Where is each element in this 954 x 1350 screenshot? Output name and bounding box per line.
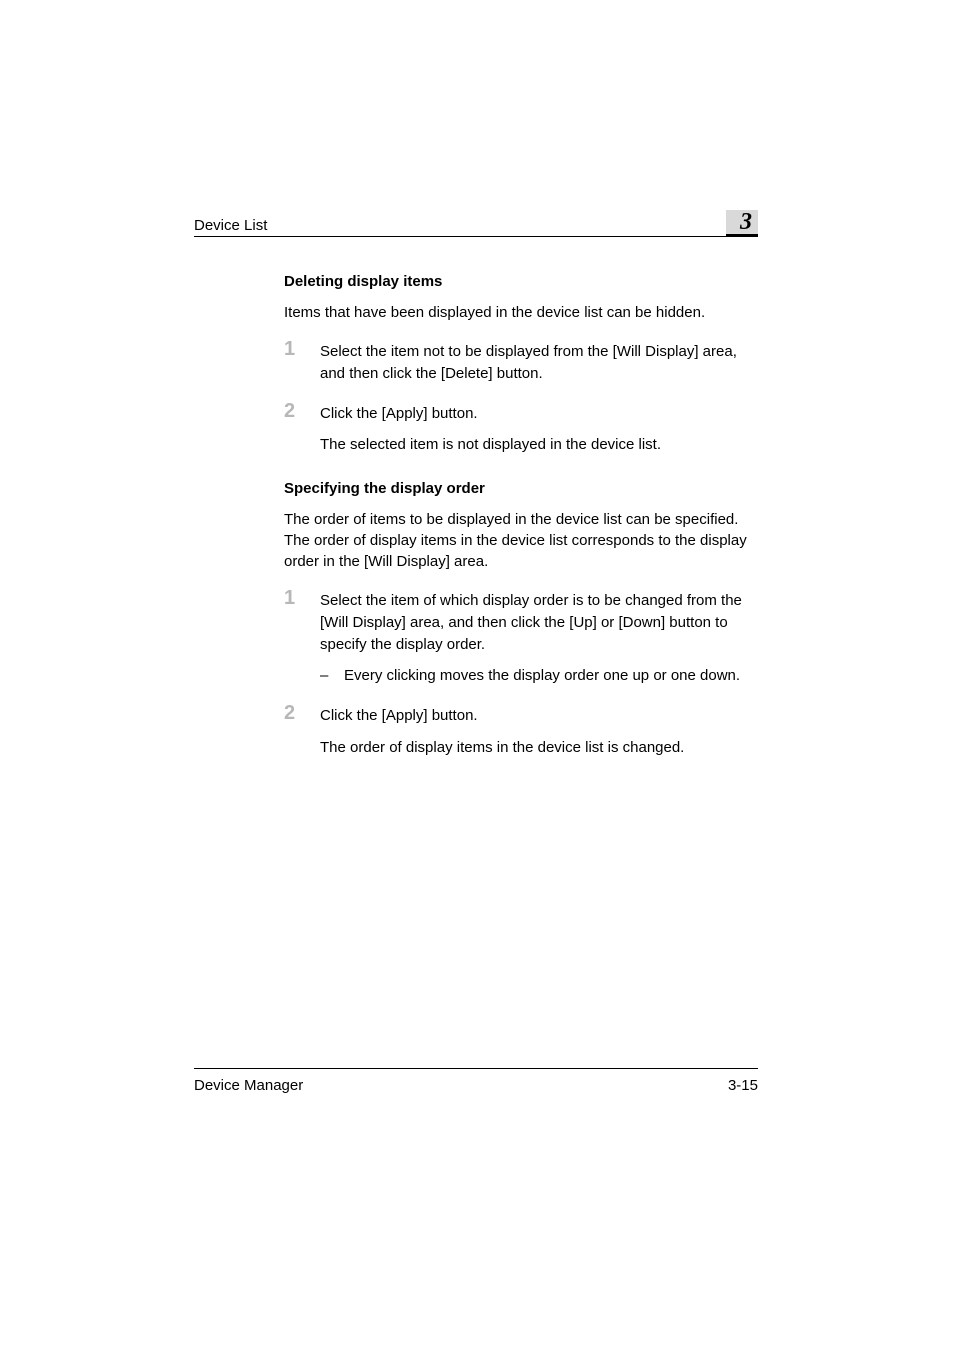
section-heading: Deleting display items — [284, 273, 758, 290]
step-item: 1 Select the item not to be displayed fr… — [284, 341, 758, 385]
step-text: Select the item not to be displayed from… — [320, 341, 758, 385]
header-title: Device List — [194, 217, 267, 234]
step-number: 2 — [284, 703, 320, 723]
section-heading: Specifying the display order — [284, 480, 758, 497]
page-content: Device List 3 Deleting display items Ite… — [194, 210, 758, 777]
step-item: 2 Click the [Apply] button. — [284, 403, 758, 425]
step-result: The selected item is not displayed in th… — [320, 434, 758, 456]
step-item: 1 Select the item of which display order… — [284, 590, 758, 687]
section-intro: Items that have been displayed in the de… — [284, 302, 758, 323]
section-intro: The order of items to be displayed in th… — [284, 509, 758, 572]
step-number: 1 — [284, 588, 320, 608]
page-header: Device List 3 — [194, 210, 758, 237]
step-text-span: Select the item of which display order i… — [320, 592, 742, 653]
step-result: The order of display items in the device… — [320, 737, 758, 759]
sub-bullet: – Every clicking moves the display order… — [320, 665, 758, 687]
chapter-number-badge: 3 — [726, 210, 758, 236]
footer-left: Device Manager — [194, 1077, 303, 1094]
step-number: 1 — [284, 339, 320, 359]
footer-page-number: 3-15 — [728, 1077, 758, 1094]
step-text: Select the item of which display order i… — [320, 590, 758, 687]
step-text: Click the [Apply] button. — [320, 403, 758, 425]
dash-icon: – — [320, 665, 344, 687]
step-text: Click the [Apply] button. — [320, 705, 758, 727]
page-footer: Device Manager 3-15 — [194, 1068, 758, 1094]
step-number: 2 — [284, 401, 320, 421]
main-content: Deleting display items Items that have b… — [284, 273, 758, 759]
sub-bullet-text: Every clicking moves the display order o… — [344, 665, 740, 687]
step-item: 2 Click the [Apply] button. — [284, 705, 758, 727]
